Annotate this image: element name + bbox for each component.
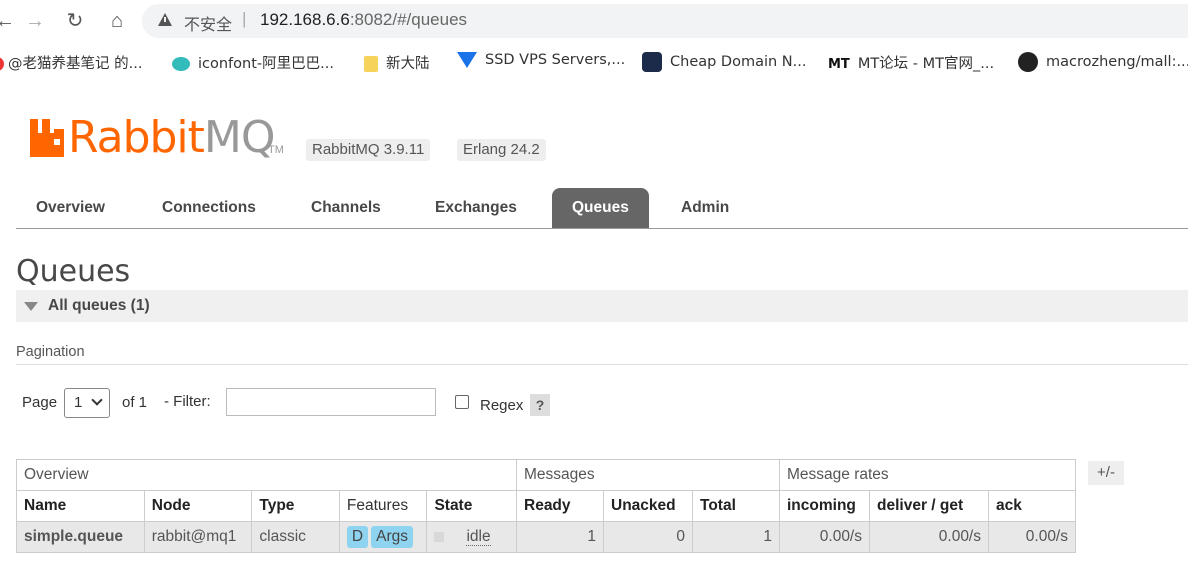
bookmarks-bar: @老猫养基笔记 的... iconfont-阿里巴巴... 新大陆 SSD VP… bbox=[0, 44, 1188, 80]
reload-icon[interactable]: ↻ bbox=[62, 8, 88, 34]
bookmark-item[interactable]: @老猫养基笔记 的... bbox=[0, 52, 142, 73]
column-header[interactable]: Name bbox=[16, 490, 145, 522]
rabbitmq-logo-icon bbox=[30, 119, 64, 157]
github-icon bbox=[1018, 52, 1038, 72]
weibo-icon bbox=[0, 57, 4, 71]
group-header: Overview bbox=[16, 459, 517, 491]
messages-total: 1 bbox=[692, 521, 780, 553]
table-row: simple.queue rabbit@mq1 classic D Args id… bbox=[16, 521, 1076, 553]
bookmark-item[interactable]: iconfont-阿里巴巴... bbox=[172, 52, 334, 73]
back-icon[interactable]: ← bbox=[0, 8, 18, 34]
browser-toolbar: ← → ↻ ⌂ 不安全 | 192.168.6.6:8082/#/queues bbox=[0, 0, 1188, 42]
args-badge: Args bbox=[371, 526, 413, 548]
rate-ack: 0.00/s bbox=[988, 521, 1076, 553]
tab-channels[interactable]: Channels bbox=[291, 188, 401, 228]
column-header: Features bbox=[338, 490, 428, 522]
section-title: All queues (1) bbox=[48, 297, 150, 314]
column-header[interactable]: State bbox=[426, 490, 517, 522]
group-header: Messages bbox=[516, 459, 780, 491]
filter-label: - Filter: bbox=[164, 393, 211, 410]
rate-deliver-get: 0.00/s bbox=[869, 521, 989, 553]
tab-overview[interactable]: Overview bbox=[16, 188, 125, 228]
tab-connections[interactable]: Connections bbox=[142, 188, 276, 228]
group-header: Message rates bbox=[779, 459, 1076, 491]
main-tabs: Overview Connections Channels Exchanges … bbox=[16, 188, 1188, 229]
queue-features: D Args bbox=[338, 521, 428, 553]
queue-node: rabbit@mq1 bbox=[143, 521, 253, 553]
regex-checkbox[interactable] bbox=[455, 395, 469, 409]
column-header[interactable]: deliver / get bbox=[869, 490, 989, 522]
divider bbox=[16, 364, 1188, 365]
version-badge: RabbitMQ 3.9.11 bbox=[306, 139, 431, 161]
url-text[interactable]: 192.168.6.6:8082/#/queues bbox=[260, 10, 467, 30]
bookmark-item[interactable]: SSD VPS Servers,... bbox=[457, 52, 625, 68]
tab-admin[interactable]: Admin bbox=[661, 188, 749, 228]
folder-icon bbox=[364, 56, 378, 72]
home-icon[interactable]: ⌂ bbox=[104, 8, 130, 34]
chevron-down-icon bbox=[91, 394, 103, 406]
tab-queues[interactable]: Queues bbox=[552, 188, 649, 228]
regex-label: Regex bbox=[480, 397, 524, 414]
mt-icon: MT bbox=[828, 56, 850, 72]
messages-unacked: 0 bbox=[603, 521, 693, 553]
tab-exchanges[interactable]: Exchanges bbox=[415, 188, 537, 228]
page-label: Page bbox=[22, 394, 58, 411]
column-header[interactable]: incoming bbox=[779, 490, 870, 522]
url-divider: | bbox=[242, 9, 247, 28]
column-header[interactable]: Unacked bbox=[603, 490, 693, 522]
durable-badge: D bbox=[346, 526, 369, 548]
help-button[interactable]: ? bbox=[530, 394, 550, 416]
page-title: Queues bbox=[16, 254, 131, 289]
erlang-badge: Erlang 24.2 bbox=[457, 139, 546, 161]
page-select[interactable]: 1 bbox=[64, 388, 110, 418]
iconfont-icon bbox=[172, 57, 190, 71]
column-header[interactable]: Type bbox=[251, 490, 340, 522]
queues-table: Overview Messages Message rates Name Nod… bbox=[16, 459, 1076, 553]
bookmark-item[interactable]: MT MT论坛 - MT官网_... bbox=[828, 52, 994, 73]
bookmark-item[interactable]: Cheap Domain N... bbox=[642, 52, 806, 72]
insecure-label: 不安全 bbox=[184, 15, 233, 34]
queue-state: idle bbox=[426, 521, 517, 553]
pagination-label: Pagination bbox=[16, 344, 85, 360]
bookmark-item[interactable]: macrozheng/mall:... bbox=[1018, 52, 1188, 72]
column-header[interactable]: Total bbox=[692, 490, 780, 522]
logo-wordmark: RabbitMQ bbox=[68, 112, 276, 163]
rate-incoming: 0.00/s bbox=[779, 521, 870, 553]
column-header[interactable]: Ready bbox=[516, 490, 604, 522]
queue-name-link[interactable]: simple.queue bbox=[16, 521, 145, 553]
trademark: TM bbox=[268, 144, 284, 156]
state-indicator-icon bbox=[434, 531, 445, 542]
filter-input[interactable] bbox=[226, 388, 436, 416]
bookmark-item[interactable]: 新大陆 bbox=[364, 52, 430, 73]
all-queues-section-toggle[interactable]: All queues (1) bbox=[16, 290, 1188, 322]
namecheap-icon bbox=[642, 52, 662, 72]
collapse-triangle-icon bbox=[24, 302, 38, 311]
forward-icon[interactable]: → bbox=[22, 8, 48, 34]
messages-ready: 1 bbox=[516, 521, 604, 553]
address-bar[interactable]: 不安全 | 192.168.6.6:8082/#/queues bbox=[142, 4, 1188, 38]
warning-icon bbox=[158, 13, 172, 26]
page-count: of 1 bbox=[122, 394, 148, 411]
queue-type: classic bbox=[251, 521, 340, 553]
column-toggle-button[interactable]: +/- bbox=[1088, 461, 1124, 485]
vultr-icon bbox=[457, 52, 477, 68]
column-header[interactable]: Node bbox=[143, 490, 253, 522]
column-header[interactable]: ack bbox=[988, 490, 1076, 522]
